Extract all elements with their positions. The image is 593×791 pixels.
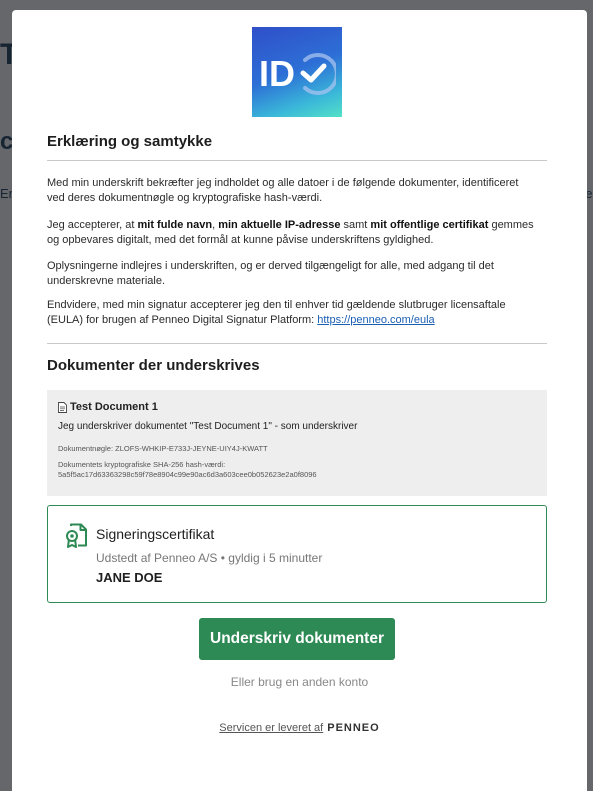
id-check-logo: ID (252, 27, 342, 117)
document-key: Dokumentnøgle: ZLOFS-WHKIP-E733J-JEYNE-U… (58, 444, 268, 453)
document-hash-label: Dokumentets kryptografiske SHA-256 hash-… (58, 460, 226, 469)
document-name: Test Document 1 (70, 401, 158, 413)
consent-paragraph-3: Oplysningerne indlejres i underskriften,… (47, 260, 494, 287)
document-hash-value: 5a5f5ac17d63363298c59f78e8904c99e90ac6d3… (58, 470, 317, 479)
certificate-holder-name: JANE DOE (96, 570, 163, 585)
consent-bold-ip: min aktuelle IP-adresse (218, 219, 341, 231)
signing-certificate[interactable]: Signeringscertifikat Udstedt af Penneo A… (47, 505, 547, 603)
eula-link[interactable]: https://penneo.com/eula (317, 314, 434, 326)
document-item: Test Document 1 Jeg underskriver dokumen… (47, 390, 547, 496)
document-title: Test Document 1 (58, 401, 158, 413)
id-check-icon: ID (259, 53, 336, 95)
signing-modal: ID Erklæring og samtykke Med min undersk… (12, 10, 587, 791)
consent-bold-certificate: mit offentlige certifikat (370, 219, 489, 231)
consent-divider (47, 160, 547, 161)
certificate-icon (66, 523, 87, 548)
svg-text:ID: ID (259, 53, 295, 94)
document-description: Jeg underskriver dokumentet "Test Docume… (58, 421, 358, 432)
certificate-title: Signeringscertifikat (96, 526, 215, 542)
consent-text: Jeg accepterer, at (47, 219, 138, 231)
footer-service-text[interactable]: Servicen er leveret af (219, 722, 323, 734)
use-other-account-link[interactable]: Eller brug en anden konto (12, 675, 587, 689)
certificate-issuer: Udstedt af Penneo A/S • gyldig i 5 minut… (96, 551, 323, 565)
document-icon (58, 401, 67, 413)
consent-text: samt (340, 219, 371, 231)
footer: Servicen er leveret af PENNEO (12, 722, 587, 734)
documents-divider (47, 343, 547, 344)
consent-paragraph-1: Med min underskrift bekræfter jeg indhol… (47, 177, 519, 204)
eula-text: Endvidere, med min signatur accepterer j… (47, 299, 506, 326)
consent-paragraph-4: Endvidere, med min signatur accepterer j… (47, 298, 537, 328)
consent-paragraph-2: Jeg accepterer, at mit fulde navn, min a… (47, 218, 537, 248)
sign-documents-button[interactable]: Underskriv dokumenter (199, 618, 395, 660)
penneo-logo: PENNEO (327, 722, 380, 734)
documents-title: Dokumenter der underskrives (47, 357, 260, 374)
consent-bold-name: mit fulde navn (137, 219, 213, 231)
consent-title: Erklæring og samtykke (47, 133, 213, 150)
